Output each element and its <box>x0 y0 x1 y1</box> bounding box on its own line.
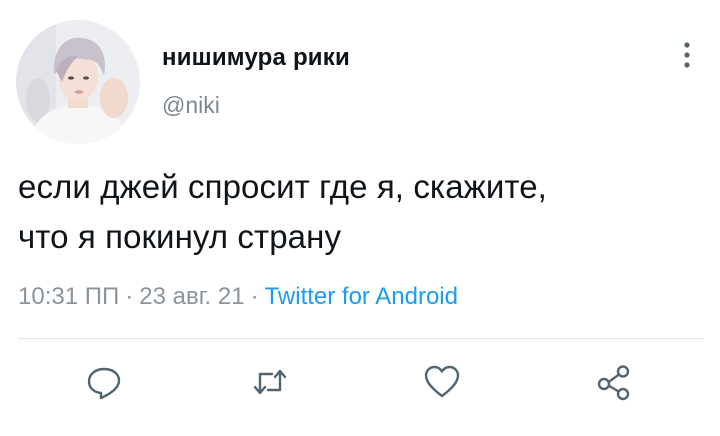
share-icon <box>597 365 630 401</box>
tweet-text-line: что я покинул страну <box>18 218 342 255</box>
reply-icon <box>87 367 121 400</box>
avatar-photo <box>16 20 140 144</box>
meta-separator: · <box>250 283 259 310</box>
reply-button[interactable] <box>84 362 124 402</box>
meta-separator: · <box>125 283 134 310</box>
tweet-meta: 10:31 ПП · 23 авг. 21 · Twitter for Android <box>18 283 458 311</box>
user-handle[interactable]: @niki <box>162 92 220 119</box>
more-vertical-icon <box>684 42 690 68</box>
like-icon <box>424 365 460 398</box>
share-button[interactable] <box>594 362 634 402</box>
display-name[interactable]: нишимура рики <box>162 44 350 72</box>
tweet-source-link[interactable]: Twitter for Android <box>265 283 458 310</box>
tweet-time: 10:31 ПП <box>18 283 120 310</box>
divider <box>18 338 704 339</box>
tweet-date[interactable]: 23 авг. 21 <box>139 283 244 310</box>
tweet-card: нишимура рики @niki если джей спросит гд… <box>0 0 720 436</box>
retweet-icon <box>253 369 287 395</box>
tweet-text-line: если джей спросит где я, скажите, <box>18 168 547 205</box>
tweet-text: если джей спросит где я, скажите, что я … <box>18 162 708 262</box>
more-options-button[interactable] <box>676 40 698 70</box>
like-button[interactable] <box>422 362 462 402</box>
avatar[interactable] <box>16 20 140 144</box>
retweet-button[interactable] <box>250 362 290 402</box>
